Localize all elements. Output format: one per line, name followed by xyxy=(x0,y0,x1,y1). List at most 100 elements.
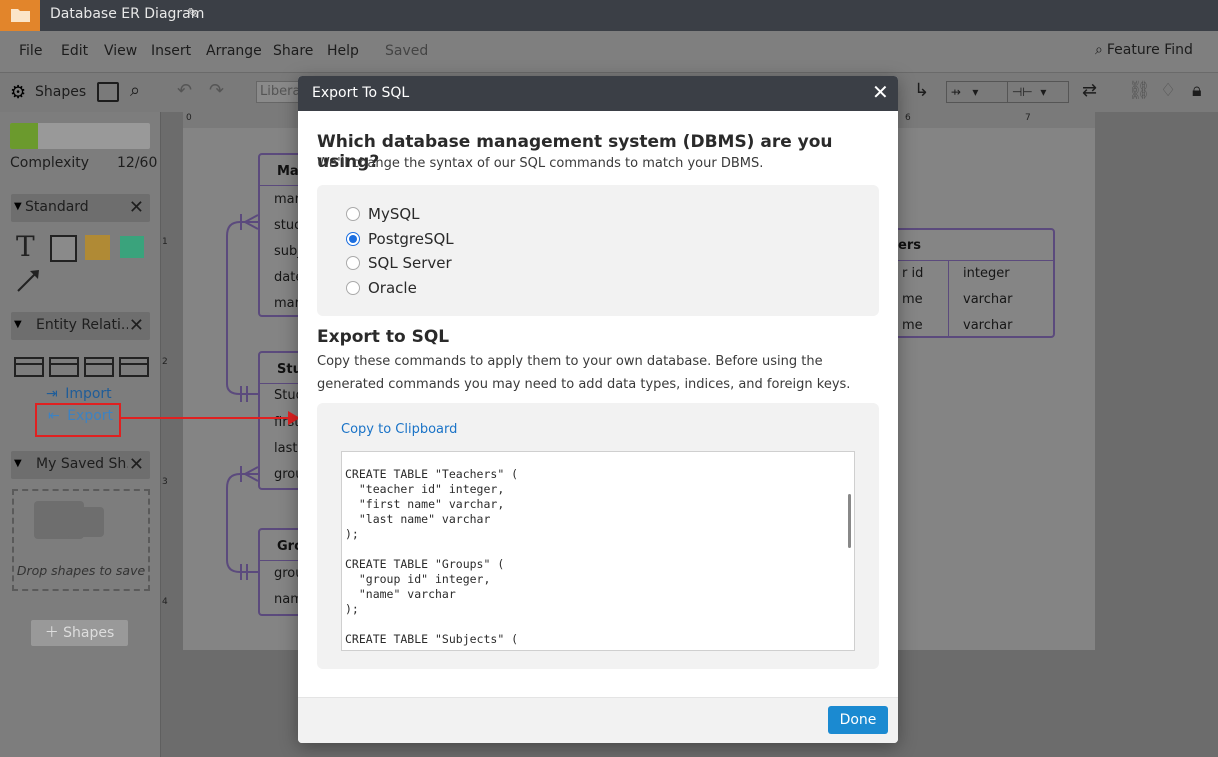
done-button[interactable]: Done xyxy=(828,706,888,734)
radio-button[interactable] xyxy=(346,256,360,270)
search-icon[interactable]: ⌕ xyxy=(130,80,140,101)
ruler-tick: 7 xyxy=(1025,113,1031,123)
feature-find-label: Feature Find xyxy=(1106,42,1193,58)
line-start-select[interactable]: ⇸ ▾ xyxy=(946,81,1008,103)
section-title: Entity Relati... xyxy=(36,317,128,333)
add-shapes-button[interactable]: ＋ Shapes xyxy=(31,620,128,646)
elbow-connector-icon[interactable]: ↳ xyxy=(914,80,929,101)
entity-section-header[interactable]: ▼ Entity Relati... ✕ xyxy=(11,312,150,340)
menu-file[interactable]: File xyxy=(19,43,42,59)
section-title: My Saved Sh... xyxy=(36,456,128,472)
undo-icon[interactable]: ↶ xyxy=(177,80,192,101)
complexity-value: 12/60 xyxy=(117,155,158,171)
entity-field: me xyxy=(902,292,923,307)
document-title[interactable]: Database ER Diagram xyxy=(50,6,204,22)
import-label: Import xyxy=(65,386,112,402)
image-icon[interactable] xyxy=(97,82,119,102)
line-end-select[interactable]: ⊣⊢ ▾ xyxy=(1007,81,1069,103)
image-placeholder-icon xyxy=(66,507,104,537)
collapse-caret-icon: ▼ xyxy=(14,458,22,469)
menu-share[interactable]: Share xyxy=(273,43,313,59)
close-icon[interactable]: ✕ xyxy=(872,80,889,104)
complexity-fill xyxy=(10,123,38,149)
import-link[interactable]: ⇥ Import xyxy=(46,386,112,402)
import-icon: ⇥ xyxy=(46,386,58,402)
side-ruler-tick: 2 xyxy=(162,357,168,367)
option-label: MySQL xyxy=(368,205,420,223)
entity-title: ers xyxy=(898,238,921,253)
entity-field: me xyxy=(902,318,923,333)
radio-button[interactable] xyxy=(346,281,360,295)
dbms-subtitle: We'll change the syntax of our SQL comma… xyxy=(317,156,764,171)
pencil-icon[interactable]: ✎ xyxy=(187,6,199,22)
swap-icon[interactable]: ⇄ xyxy=(1082,80,1097,101)
folder-button[interactable] xyxy=(0,0,40,31)
option-label: PostgreSQL xyxy=(368,230,454,248)
entity-field: r id xyxy=(902,266,924,281)
export-description: Copy these commands to apply them to you… xyxy=(317,354,851,392)
entity-shape-icon[interactable] xyxy=(49,357,79,377)
collapse-caret-icon: ▼ xyxy=(14,319,22,330)
saved-status: Saved xyxy=(385,43,429,59)
menu-arrange[interactable]: Arrange xyxy=(206,43,262,59)
entity-teachers[interactable]: ers r id integer me varchar me varchar xyxy=(880,228,1055,338)
export-highlight-box xyxy=(35,403,121,437)
feature-find-button[interactable]: ⌕ Feature Find xyxy=(1095,42,1193,58)
shapes-tab[interactable]: Shapes xyxy=(35,84,86,100)
entity-shape-icon[interactable] xyxy=(84,357,114,377)
redo-icon[interactable]: ↷ xyxy=(209,80,224,101)
entity-field-type: integer xyxy=(963,266,1010,281)
gear-icon[interactable]: ⚙ xyxy=(10,82,26,103)
menu-edit[interactable]: Edit xyxy=(61,43,88,59)
entity-shape-icon[interactable] xyxy=(119,357,149,377)
drop-hint: Drop shapes to save xyxy=(16,563,146,578)
radio-button[interactable] xyxy=(346,207,360,221)
rectangle-shape-icon[interactable] xyxy=(50,235,77,262)
callout-arrow-line xyxy=(119,417,291,419)
binoculars-icon: ⌕ xyxy=(1095,42,1103,58)
dialog-title: Export To SQL xyxy=(312,85,410,101)
folder-icon xyxy=(11,9,30,22)
arrow-shape-icon[interactable] xyxy=(16,268,42,294)
radio-button-selected[interactable] xyxy=(346,232,360,246)
link-icon[interactable]: ⛓ xyxy=(1128,80,1151,101)
ruler-tick: 6 xyxy=(905,113,911,123)
section-title: Standard xyxy=(25,199,89,215)
dbms-options: MySQL PostgreSQL SQL Server Oracle xyxy=(317,185,879,316)
saved-shapes-dropzone[interactable]: Drop shapes to save xyxy=(12,489,150,591)
plus-icon: ＋ xyxy=(44,625,59,641)
text-shape-icon[interactable]: T xyxy=(16,230,35,263)
saved-section-header[interactable]: ▼ My Saved Sh... ✕ xyxy=(11,451,150,479)
entity-field-type: varchar xyxy=(963,318,1013,333)
entity-field: subj xyxy=(274,244,301,259)
divider xyxy=(948,260,949,336)
divider xyxy=(882,260,1053,261)
bell-icon[interactable]: ♢ xyxy=(1160,80,1176,101)
dialog-footer: Done xyxy=(298,697,898,743)
entity-shape-icon[interactable] xyxy=(14,357,44,377)
close-icon[interactable]: ✕ xyxy=(129,197,144,218)
export-heading: Export to SQL xyxy=(317,327,450,347)
standard-section-header[interactable]: ▼ Standard ✕ xyxy=(11,194,150,222)
option-label: Oracle xyxy=(368,279,417,297)
menu-view[interactable]: View xyxy=(104,43,137,59)
copy-to-clipboard-link[interactable]: Copy to Clipboard xyxy=(341,422,457,437)
scrollbar[interactable] xyxy=(848,494,851,548)
add-shapes-label: Shapes xyxy=(63,625,115,641)
menu-insert[interactable]: Insert xyxy=(151,43,191,59)
menu-help[interactable]: Help xyxy=(327,43,359,59)
option-label: SQL Server xyxy=(368,254,452,272)
sql-code-textarea[interactable]: CREATE TABLE "Teachers" ( "teacher id" i… xyxy=(341,451,855,651)
entity-field-type: varchar xyxy=(963,292,1013,307)
ruler-tick: 0 xyxy=(186,113,192,123)
entity-field: last xyxy=(274,441,298,456)
sql-code: CREATE TABLE "Teachers" ( "teacher id" i… xyxy=(345,467,519,646)
close-icon[interactable]: ✕ xyxy=(129,454,144,475)
note-shape-icon[interactable] xyxy=(85,235,110,260)
sql-output-panel: Copy to Clipboard CREATE TABLE "Teachers… xyxy=(317,403,879,669)
block-shape-icon[interactable] xyxy=(120,236,144,258)
close-icon[interactable]: ✕ xyxy=(129,315,144,336)
collapse-caret-icon: ▼ xyxy=(14,201,22,212)
lock-icon[interactable]: 🔒︎ xyxy=(1192,80,1202,101)
complexity-label: Complexity xyxy=(10,155,90,171)
